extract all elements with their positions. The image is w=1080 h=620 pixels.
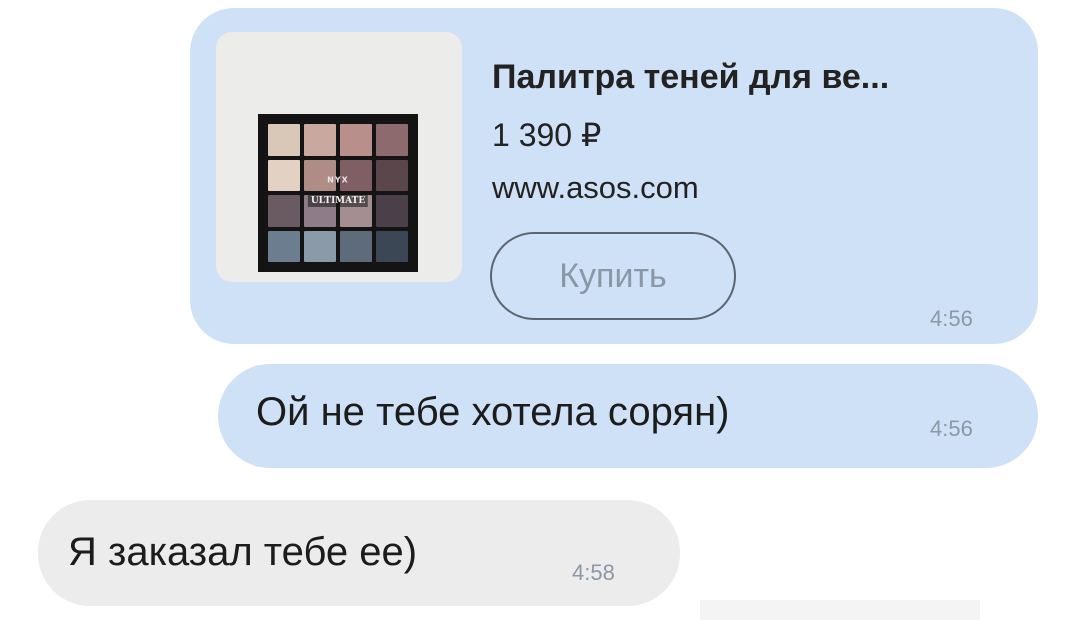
message-text: Ой не тебе хотела сорян) xyxy=(256,390,730,434)
palette-pan xyxy=(268,124,300,156)
outgoing-message-bubble[interactable]: Ой не тебе хотела сорян) 4:56 xyxy=(218,364,1038,468)
palette-pan xyxy=(376,159,408,191)
palette-pan-grid xyxy=(268,124,408,262)
palette-brand-text: NYX xyxy=(327,175,349,185)
product-card-message[interactable]: NYX ULTIMATE Палитра теней для ве... 1 3… xyxy=(190,8,1038,344)
chat-view: NYX ULTIMATE Палитра теней для ве... 1 3… xyxy=(0,0,1080,620)
palette-pan xyxy=(268,195,300,227)
next-bubble-edge xyxy=(700,600,980,620)
palette-pan xyxy=(268,230,300,262)
palette-pan xyxy=(304,124,336,156)
palette-pan xyxy=(376,124,408,156)
palette-pan xyxy=(340,230,372,262)
message-time: 4:56 xyxy=(930,306,973,331)
buy-button[interactable]: Купить xyxy=(490,232,736,320)
message-time: 4:58 xyxy=(572,560,615,585)
product-price: 1 390 ₽ xyxy=(492,117,602,153)
palette-pan xyxy=(268,159,300,191)
incoming-message-bubble[interactable]: Я заказал тебе ее) 4:58 xyxy=(38,500,680,606)
palette-pan xyxy=(376,195,408,227)
message-text: Я заказал тебе ее) xyxy=(68,530,418,574)
product-thumbnail[interactable]: NYX ULTIMATE xyxy=(216,32,462,282)
palette-pan xyxy=(304,230,336,262)
eyeshadow-palette-image: NYX ULTIMATE xyxy=(258,114,418,272)
palette-product-text: ULTIMATE xyxy=(307,194,369,207)
message-time: 4:56 xyxy=(930,416,973,441)
palette-pan xyxy=(340,124,372,156)
product-title[interactable]: Палитра теней для ве... xyxy=(492,58,889,97)
product-url[interactable]: www.asos.com xyxy=(492,170,699,206)
palette-pan xyxy=(376,230,408,262)
